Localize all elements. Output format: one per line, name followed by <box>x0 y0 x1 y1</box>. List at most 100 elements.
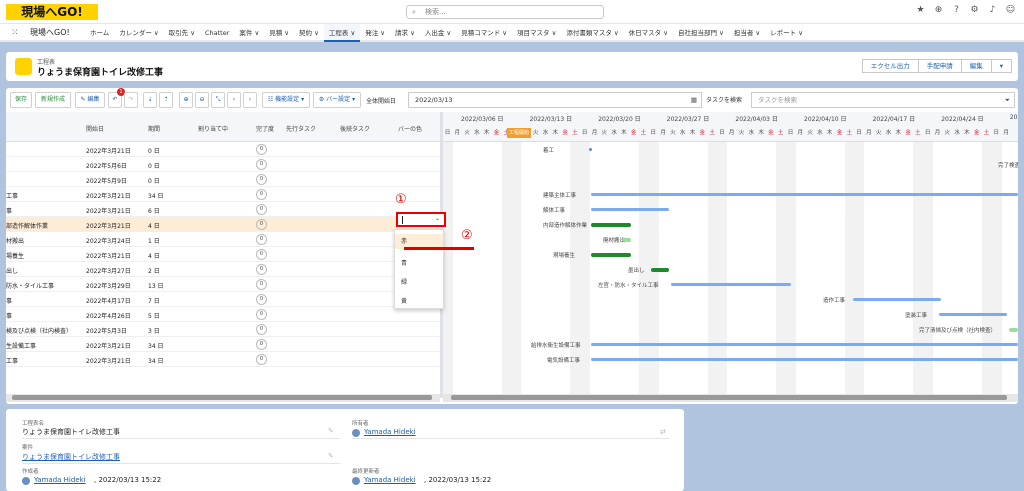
nav-item[interactable]: Chatter <box>200 24 234 42</box>
weekend-band <box>443 142 453 398</box>
nav-item[interactable]: 契約 ∨ <box>294 24 324 42</box>
nav-item[interactable]: 請求 ∨ <box>390 24 420 42</box>
bar-color-select[interactable]: ⌄ <box>396 212 446 227</box>
milestone-marker[interactable] <box>589 148 592 151</box>
nav-item[interactable]: 自社担当部門 ∨ <box>673 24 729 42</box>
task-bar[interactable] <box>853 298 941 301</box>
collapse-all-icon[interactable]: ⇡ <box>159 92 173 108</box>
nav-item[interactable]: 取引先 ∨ <box>164 24 200 42</box>
favorites-star-icon[interactable]: ★ <box>915 5 926 16</box>
edit-button[interactable]: 編集 <box>960 59 992 73</box>
table-row[interactable]: 事 2022年4月26日 5 日 0 <box>6 307 440 322</box>
global-start-date-input[interactable]: 2022/03/13 ▦ <box>408 92 702 108</box>
fit-icon[interactable]: ⤡ <box>211 92 225 108</box>
change-owner-icon[interactable]: ⇄ <box>660 428 666 436</box>
table-row[interactable]: 2022年3月21日 0 日 0 <box>6 142 440 157</box>
brand-logo[interactable]: 現場へGO! <box>6 4 98 20</box>
bell-icon[interactable]: ♪ <box>987 5 998 16</box>
timeline-scrollbar[interactable] <box>443 394 1018 402</box>
owner-link[interactable]: Yamada Hideki <box>364 428 416 436</box>
col-successor[interactable]: 後続タスク <box>340 124 370 133</box>
gear-icon[interactable]: ⚙ <box>969 5 980 16</box>
creator-link[interactable]: Yamada Hideki <box>34 476 86 484</box>
option-blue[interactable]: 青 <box>401 258 407 267</box>
edit-pencil-icon[interactable]: ✎ <box>328 427 334 435</box>
table-row[interactable]: 防水・タイル工事 2022年3月29日 13 日 0 <box>6 277 440 292</box>
table-row[interactable]: 場養生 2022年3月21日 4 日 0 <box>6 247 440 262</box>
nav-item[interactable]: ホーム <box>85 24 114 42</box>
grid-scroll-thumb[interactable] <box>12 395 432 400</box>
task-bar[interactable] <box>622 238 631 242</box>
nav-item[interactable]: 休日マスタ ∨ <box>624 24 673 42</box>
nav-item[interactable]: 見積コマンド ∨ <box>456 24 512 42</box>
option-yellow[interactable]: 黄 <box>401 296 407 305</box>
table-row[interactable]: 部造作解体作業 2022年3月21日 4 日 0 <box>6 217 440 232</box>
display-settings-button[interactable]: ☷ 機能設定 ▾ <box>262 92 310 108</box>
nav-item[interactable]: 工程表 ∨ <box>323 24 361 42</box>
col-assigned[interactable]: 割り当て中 <box>198 124 228 133</box>
task-search-input[interactable]: タスクを検索 ⏷ <box>751 92 1015 108</box>
nav-item[interactable]: レポート ∨ <box>765 24 808 42</box>
col-progress[interactable]: 完了度 <box>256 124 274 133</box>
timeline-scroll-thumb[interactable] <box>451 395 1007 400</box>
calendar-icon[interactable]: ▦ <box>691 93 697 107</box>
project-link[interactable]: りょうま保育園トイレ改修工事 <box>22 452 120 462</box>
zoom-in-icon[interactable]: ⊕ <box>179 92 193 108</box>
nav-item[interactable]: 担当者 ∨ <box>729 24 765 42</box>
bar-settings-button[interactable]: ⚙ バー設定 ▾ <box>313 92 361 108</box>
expand-all-icon[interactable]: ⇣ <box>143 92 157 108</box>
table-row[interactable]: 2022年5月9日 0 日 0 <box>6 172 440 187</box>
modifier-link[interactable]: Yamada Hideki <box>364 476 416 484</box>
table-row[interactable]: 2022年5月6日 0 日 0 <box>6 157 440 172</box>
task-bar[interactable] <box>651 268 669 272</box>
excel-export-button[interactable]: エクセル出力 <box>861 59 919 73</box>
task-bar[interactable] <box>1009 328 1018 332</box>
col-start-date[interactable]: 開始日 <box>86 124 104 133</box>
table-row[interactable]: 事 2022年4月17日 7 日 0 <box>6 292 440 307</box>
more-actions-button[interactable]: ▾ <box>990 59 1012 73</box>
grid-edit-button[interactable]: ✎ 編集 <box>75 92 105 108</box>
arrange-request-button[interactable]: 手配申請 <box>917 59 962 73</box>
nav-item[interactable]: 項目マスタ ∨ <box>512 24 561 42</box>
edit-pencil-icon[interactable]: ✎ <box>328 452 334 460</box>
nav-item[interactable]: カレンダー ∨ <box>114 24 163 42</box>
add-icon[interactable]: ⊕ <box>933 5 944 16</box>
table-row[interactable]: 出し 2022年3月27日 2 日 0 <box>6 262 440 277</box>
avatar[interactable]: ☺ <box>1005 5 1016 16</box>
nav-item[interactable]: 見積 ∨ <box>264 24 294 42</box>
task-bar[interactable] <box>591 253 631 257</box>
nav-item[interactable]: 案件 ∨ <box>234 24 264 42</box>
col-predecessor[interactable]: 先行タスク <box>286 124 316 133</box>
col-duration[interactable]: 期間 <box>148 124 160 133</box>
grid-scrollbar[interactable] <box>6 394 440 402</box>
app-launcher-icon[interactable]: ⁙ <box>11 28 19 38</box>
chevron-down-icon[interactable]: ⌄ <box>435 215 440 222</box>
option-green[interactable]: 緑 <box>401 277 407 286</box>
task-bar[interactable] <box>591 208 669 211</box>
table-row[interactable]: 工事 2022年3月21日 34 日 0 <box>6 187 440 202</box>
table-row[interactable]: 検及び点検（社内検査） 2022年5月3日 3 日 0 <box>6 322 440 337</box>
col-bar-color[interactable]: バーの色 <box>398 124 422 133</box>
global-search-input[interactable]: ⌕ 検索... <box>406 5 604 19</box>
previous-icon[interactable]: ‹ <box>227 92 241 108</box>
task-bar[interactable] <box>939 313 1007 316</box>
redo-button[interactable]: ↷ <box>124 92 138 108</box>
task-bar[interactable] <box>671 283 791 286</box>
table-row[interactable]: 工事 2022年3月21日 34 日 0 <box>6 352 440 367</box>
task-bar[interactable] <box>591 193 1018 196</box>
next-icon[interactable]: › <box>243 92 257 108</box>
task-bar[interactable] <box>591 343 1018 346</box>
help-icon[interactable]: ? <box>951 5 962 16</box>
table-row[interactable]: 事 2022年3月21日 6 日 0 <box>6 202 440 217</box>
filter-icon[interactable]: ⏷ <box>1005 93 1010 107</box>
new-button[interactable]: 新規作成 <box>35 92 71 108</box>
table-row[interactable]: 材搬出 2022年3月24日 1 日 0 <box>6 232 440 247</box>
nav-item[interactable]: 入出金 ∨ <box>420 24 456 42</box>
task-bar[interactable] <box>591 358 1018 361</box>
save-button[interactable]: 保存 <box>10 92 32 108</box>
zoom-out-icon[interactable]: ⊖ <box>195 92 209 108</box>
table-row[interactable]: 生設備工事 2022年3月21日 34 日 0 <box>6 337 440 352</box>
nav-item[interactable]: 添付書類マスタ ∨ <box>561 24 623 42</box>
nav-item[interactable]: 発注 ∨ <box>360 24 390 42</box>
task-bar[interactable] <box>591 223 631 227</box>
